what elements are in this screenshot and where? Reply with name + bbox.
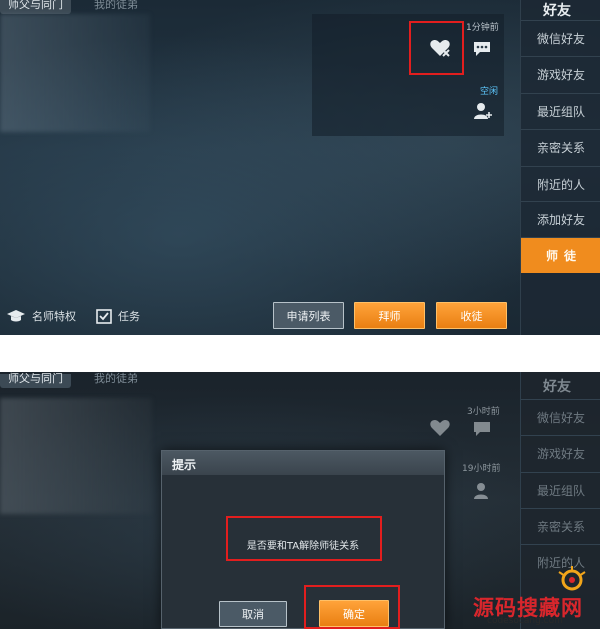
task-label: 任务 (118, 310, 140, 323)
friend-status: 空闲 (480, 87, 499, 97)
sidebar-item-wechat-friends[interactable]: 微信好友 (521, 20, 600, 55)
task-link[interactable]: 任务 (96, 308, 140, 324)
confirm-button-highlight (304, 585, 400, 629)
sidebar-item-nearby[interactable]: 附近的人 (521, 166, 600, 201)
friends-screen-top: 师父与同门 我的徒弟 1分钟前 空闲 好友 微信好友 游戏好友 最近组队 亲密关… (0, 0, 600, 335)
last-online-time: 3小时前 (467, 407, 500, 417)
task-icon (96, 309, 112, 324)
watermark-logo-icon (558, 566, 586, 591)
heart-break-icon[interactable] (429, 417, 451, 439)
chat-icon[interactable] (471, 38, 493, 60)
tab-my-apprentices[interactable]: 我的徒弟 (94, 373, 138, 388)
blurred-profile-card (0, 398, 152, 514)
apprentice-button[interactable]: 拜师 (354, 302, 425, 329)
blurred-profile-card (0, 14, 150, 132)
graduation-cap-icon (7, 310, 25, 322)
sidebar-title: 好友 (543, 379, 571, 395)
add-friend-icon[interactable] (472, 480, 494, 502)
dialog-title: 提示 (172, 458, 197, 472)
dialog-header: 提示 (162, 451, 444, 475)
sidebar-item-game-friends[interactable]: 游戏好友 (521, 435, 600, 470)
sidebar-item-close-relations[interactable]: 亲密关系 (521, 129, 600, 164)
tab-master-and-fellows[interactable]: 师父与同门 (0, 373, 71, 388)
sidebar-item-wechat-friends[interactable]: 微信好友 (521, 399, 600, 434)
cancel-button[interactable]: 取消 (219, 601, 287, 627)
last-online-time: 1分钟前 (466, 23, 499, 33)
sidebar-item-game-friends[interactable]: 游戏好友 (521, 56, 600, 91)
dialog-message-highlight (226, 516, 382, 561)
sidebar-item-close-relations[interactable]: 亲密关系 (521, 508, 600, 543)
add-friend-icon[interactable] (472, 100, 494, 122)
friend-sidebar: 好友 微信好友 游戏好友 最近组队 亲密关系 附近的人 添加好友 师徒 (520, 0, 600, 335)
sidebar-item-recent-teams[interactable]: 最近组队 (521, 472, 600, 507)
sidebar-title: 好友 (543, 3, 571, 19)
sidebar-item-recent-teams[interactable]: 最近组队 (521, 93, 600, 128)
heart-break-highlight (409, 21, 464, 75)
accept-apprentice-button[interactable]: 收徒 (436, 302, 507, 329)
famous-master-privilege-link[interactable]: 名师特权 (6, 308, 76, 324)
sidebar-item-add-friend[interactable]: 添加好友 (521, 201, 600, 236)
apply-list-button[interactable]: 申请列表 (273, 302, 344, 329)
tab-master-and-fellows[interactable]: 师父与同门 (0, 0, 71, 14)
famous-master-privilege-label: 名师特权 (32, 310, 76, 323)
watermark-url: codesocang.com (487, 616, 563, 626)
sidebar-item-mentorship[interactable]: 师徒 (521, 237, 600, 273)
last-online-time: 19小时前 (462, 464, 501, 474)
chat-icon[interactable] (471, 418, 493, 440)
tab-my-apprentices[interactable]: 我的徒弟 (94, 0, 138, 14)
